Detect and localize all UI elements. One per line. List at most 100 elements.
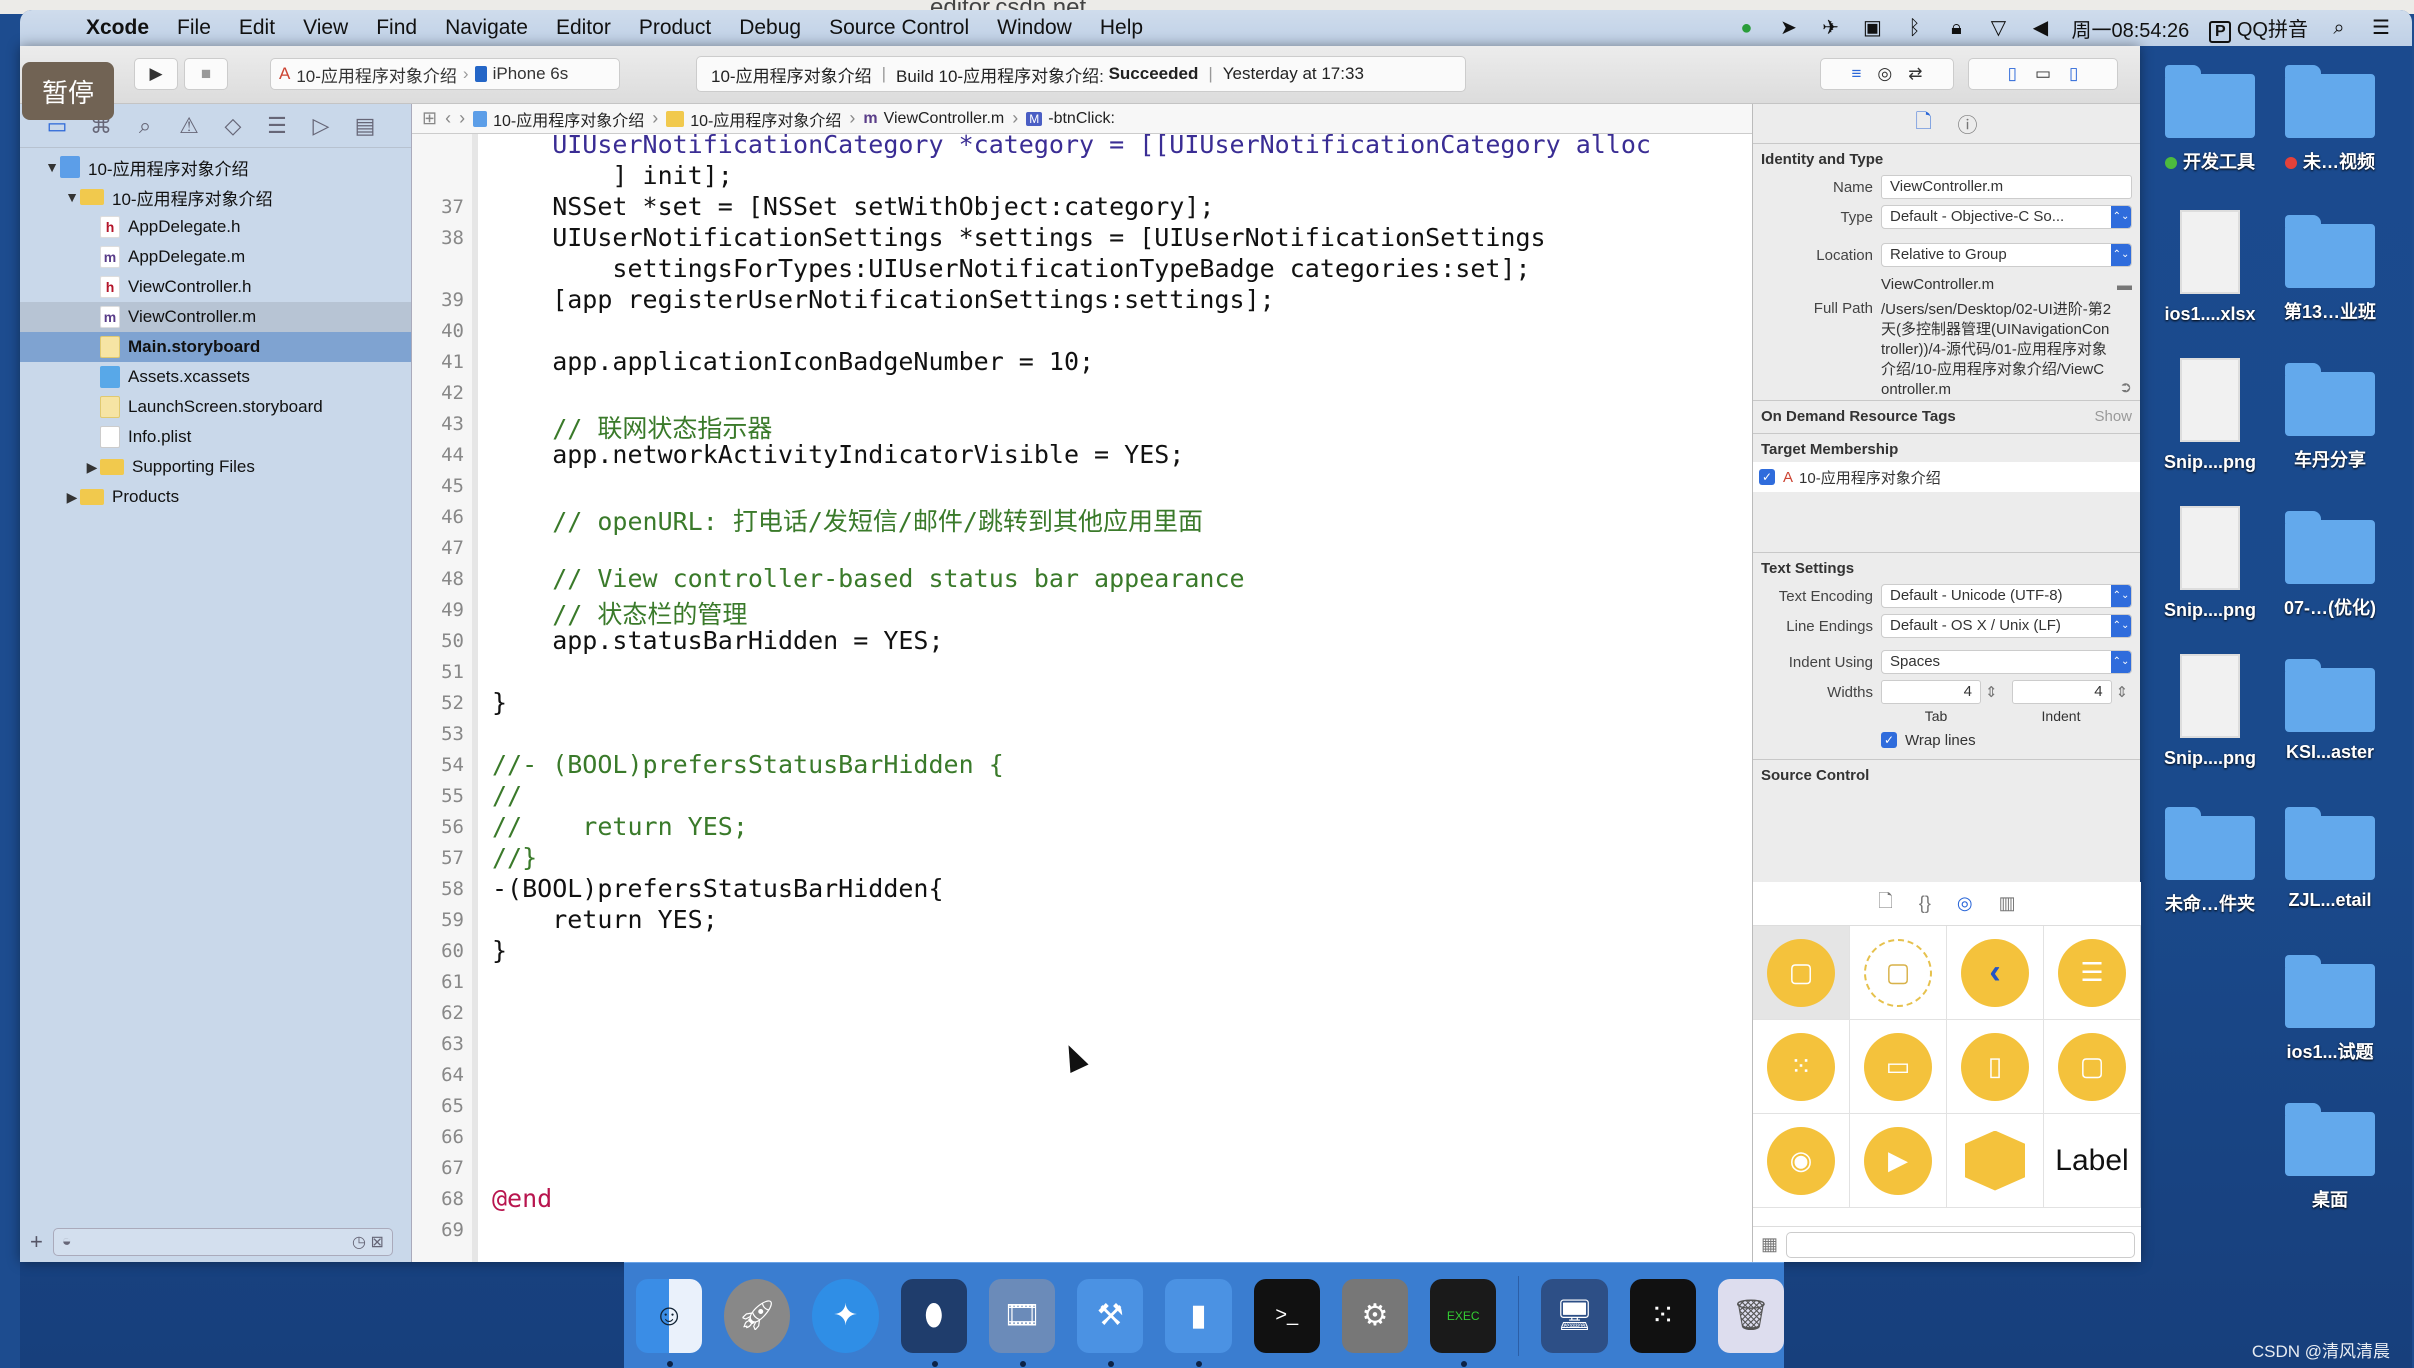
version-editor-icon[interactable]: ⇄ (1908, 64, 1922, 84)
dock-safari[interactable]: ✦ (812, 1278, 879, 1353)
code-line[interactable]: UIUserNotificationCategory *category = [… (492, 134, 1651, 159)
code-line[interactable]: //} (492, 843, 537, 872)
library-item-view-controller[interactable]: ▢ (1753, 926, 1850, 1020)
issue-navigator-icon[interactable]: ⚠ (174, 113, 204, 139)
notification-center-icon[interactable]: ☰ (2370, 17, 2392, 39)
odr-show-button[interactable]: Show (2094, 405, 2132, 429)
dock-photo-booth[interactable]: 🎞︎ (988, 1278, 1056, 1367)
desktop-icon[interactable]: 开发工具 (2150, 60, 2270, 174)
library-item-object[interactable] (1947, 1114, 2044, 1208)
file-inspector-icon[interactable]: 🗋︎ (1915, 107, 1931, 141)
menu-app[interactable]: Xcode (86, 16, 149, 40)
tab-width-stepper[interactable]: ⇕ (1985, 683, 1998, 701)
assistant-editor-icon[interactable]: ◎ (1877, 64, 1892, 84)
code-line[interactable]: settingsForTypes:UIUserNotificationTypeB… (492, 254, 1530, 283)
indent-select[interactable]: Spaces (1881, 650, 2132, 674)
dock-screen[interactable]: 🖥︎ (1541, 1278, 1608, 1353)
screen-recorder-icon[interactable]: ● (1735, 17, 1757, 39)
find-navigator-icon[interactable]: ⌕ (130, 113, 160, 139)
tree-item[interactable]: m AppDelegate.m (20, 242, 411, 272)
code-line[interactable]: //- (BOOL)prefersStatusBarHidden { (492, 750, 1004, 779)
tree-item[interactable]: ▶ Products (20, 482, 411, 512)
breadcrumb-group[interactable]: 10-应用程序对象介绍 (666, 107, 841, 131)
media-library-icon[interactable]: ▥ (1999, 893, 2016, 914)
desktop-icon[interactable]: Snip....png (2150, 506, 2270, 621)
library-item-label[interactable]: Label (2044, 1114, 2141, 1208)
library-item-navigation-controller[interactable]: ‹ (1947, 926, 2044, 1020)
screen-record-icon[interactable]: ▣ (1861, 17, 1883, 39)
tree-item[interactable]: Main.storyboard (20, 332, 411, 362)
standard-editor-icon[interactable]: ≡ (1851, 64, 1861, 84)
code-line[interactable]: @end (492, 1184, 552, 1213)
code-line[interactable]: return YES; (492, 905, 718, 934)
file-template-icon[interactable]: 🗋︎ (1878, 889, 1892, 919)
spotlight-icon[interactable]: ⌕ (2328, 17, 2350, 39)
desktop-icon[interactable]: 未命…件夹 (2150, 802, 2270, 916)
library-item-storyboard-reference[interactable]: ▢ (1850, 926, 1947, 1020)
line-endings-select[interactable]: Default - OS X / Unix (LF) (1881, 614, 2132, 638)
input-method[interactable]: P QQ拼音 (2209, 13, 2308, 43)
dock-terminal[interactable]: >_ (1253, 1278, 1320, 1353)
desktop-icon[interactable]: 桌面 (2270, 1098, 2390, 1212)
menu-window[interactable]: Window (997, 16, 1072, 40)
scm-filter-icon[interactable]: ⊠ (370, 1234, 383, 1251)
code-line[interactable]: ] init]; (492, 161, 732, 190)
breadcrumb-method[interactable]: M -btnClick: (1026, 110, 1115, 128)
debug-area-toggle-icon[interactable]: ▭ (2035, 64, 2051, 84)
menu-edit[interactable]: Edit (239, 16, 275, 40)
tree-item[interactable]: h ViewController.h (20, 272, 411, 302)
desktop-icon[interactable]: 车丹分享 (2270, 358, 2390, 472)
dock-system-preferences[interactable]: ⚙ (1341, 1278, 1409, 1353)
code-line[interactable]: app.statusBarHidden = YES; (492, 626, 943, 655)
desktop-icon[interactable]: 第13…业班 (2270, 210, 2390, 324)
volume-icon[interactable]: ◀ (2029, 17, 2051, 39)
type-select[interactable]: Default - Objective-C So... (1881, 205, 2132, 229)
dock-console[interactable]: EXEC (1430, 1278, 1497, 1367)
airplane-icon[interactable]: ✈ (1819, 17, 1841, 39)
menu-help[interactable]: Help (1100, 16, 1143, 40)
dock-grid[interactable]: ⁙ (1629, 1278, 1696, 1353)
test-navigator-icon[interactable]: ◇ (218, 113, 248, 139)
location-icon[interactable]: ➤ (1777, 17, 1799, 39)
tree-item[interactable]: Assets.xcassets (20, 362, 411, 392)
code-line[interactable]: // openURL: 打电话/发短信/邮件/跳转到其他应用里面 (492, 502, 1203, 538)
tree-item[interactable]: Info.plist (20, 422, 411, 452)
utilities-toggle-icon[interactable]: ▯ (2069, 64, 2078, 84)
desktop-icon[interactable]: Snip....png (2150, 358, 2270, 473)
encoding-select[interactable]: Default - Unicode (UTF-8) (1881, 584, 2132, 608)
dock-finder[interactable]: ☺ (636, 1278, 703, 1367)
wrap-lines-checkbox[interactable]: ✓ (1881, 732, 1897, 748)
code-line[interactable]: app.applicationIconBadgeNumber = 10; (492, 347, 1094, 376)
tree-item[interactable]: ▼ 10-应用程序对象介绍 (20, 152, 411, 182)
code-line[interactable]: app.networkActivityIndicatorVisible = YE… (492, 440, 1184, 469)
desktop-icon[interactable]: KSI...aster (2270, 654, 2390, 763)
menu-view[interactable]: View (303, 16, 348, 40)
navigator-toggle-icon[interactable]: ▯ (2008, 64, 2017, 84)
desktop-icon[interactable]: ios1...试题 (2270, 950, 2390, 1064)
tree-item[interactable]: ▼ 10-应用程序对象介绍 (20, 182, 411, 212)
dock-mouse[interactable]: ⬮ (900, 1278, 967, 1367)
indent-width-field[interactable]: 4 (2011, 680, 2112, 704)
reveal-arrow-icon[interactable]: ➲ (2119, 378, 2132, 396)
recent-files-icon[interactable]: ◷ (352, 1234, 366, 1251)
run-button[interactable]: ▶ (134, 58, 178, 90)
report-navigator-icon[interactable]: ▤ (350, 113, 380, 139)
breadcrumb-file[interactable]: m ViewController.m (863, 110, 1004, 128)
library-item-tab-bar-controller[interactable]: ▭ (1850, 1020, 1947, 1114)
code-line[interactable]: // return YES; (492, 812, 748, 841)
target-checkbox[interactable]: ✓ (1759, 469, 1775, 485)
disclosure-open-icon[interactable]: ▼ (44, 159, 60, 175)
location-select[interactable]: Relative to Group (1881, 243, 2132, 267)
menu-find[interactable]: Find (376, 16, 417, 40)
code-line[interactable]: // (492, 781, 522, 810)
disclosure-closed-icon[interactable]: ▶ (64, 489, 80, 506)
tree-item[interactable]: h AppDelegate.h (20, 212, 411, 242)
code-line[interactable]: NSSet *set = [NSSet setWithObject:catego… (492, 192, 1214, 221)
desktop-icon[interactable]: 未…视频 (2270, 60, 2390, 174)
library-item-split-view-controller[interactable]: ▯ (1947, 1020, 2044, 1114)
tree-item[interactable]: m ViewController.m (20, 302, 411, 332)
breadcrumb-project[interactable]: 10-应用程序对象介绍 (473, 107, 644, 131)
library-item-collection-view-controller[interactable]: ⁙ (1753, 1020, 1850, 1114)
disclosure-open-icon[interactable]: ▼ (64, 189, 80, 205)
disclosure-closed-icon[interactable]: ▶ (84, 459, 100, 476)
